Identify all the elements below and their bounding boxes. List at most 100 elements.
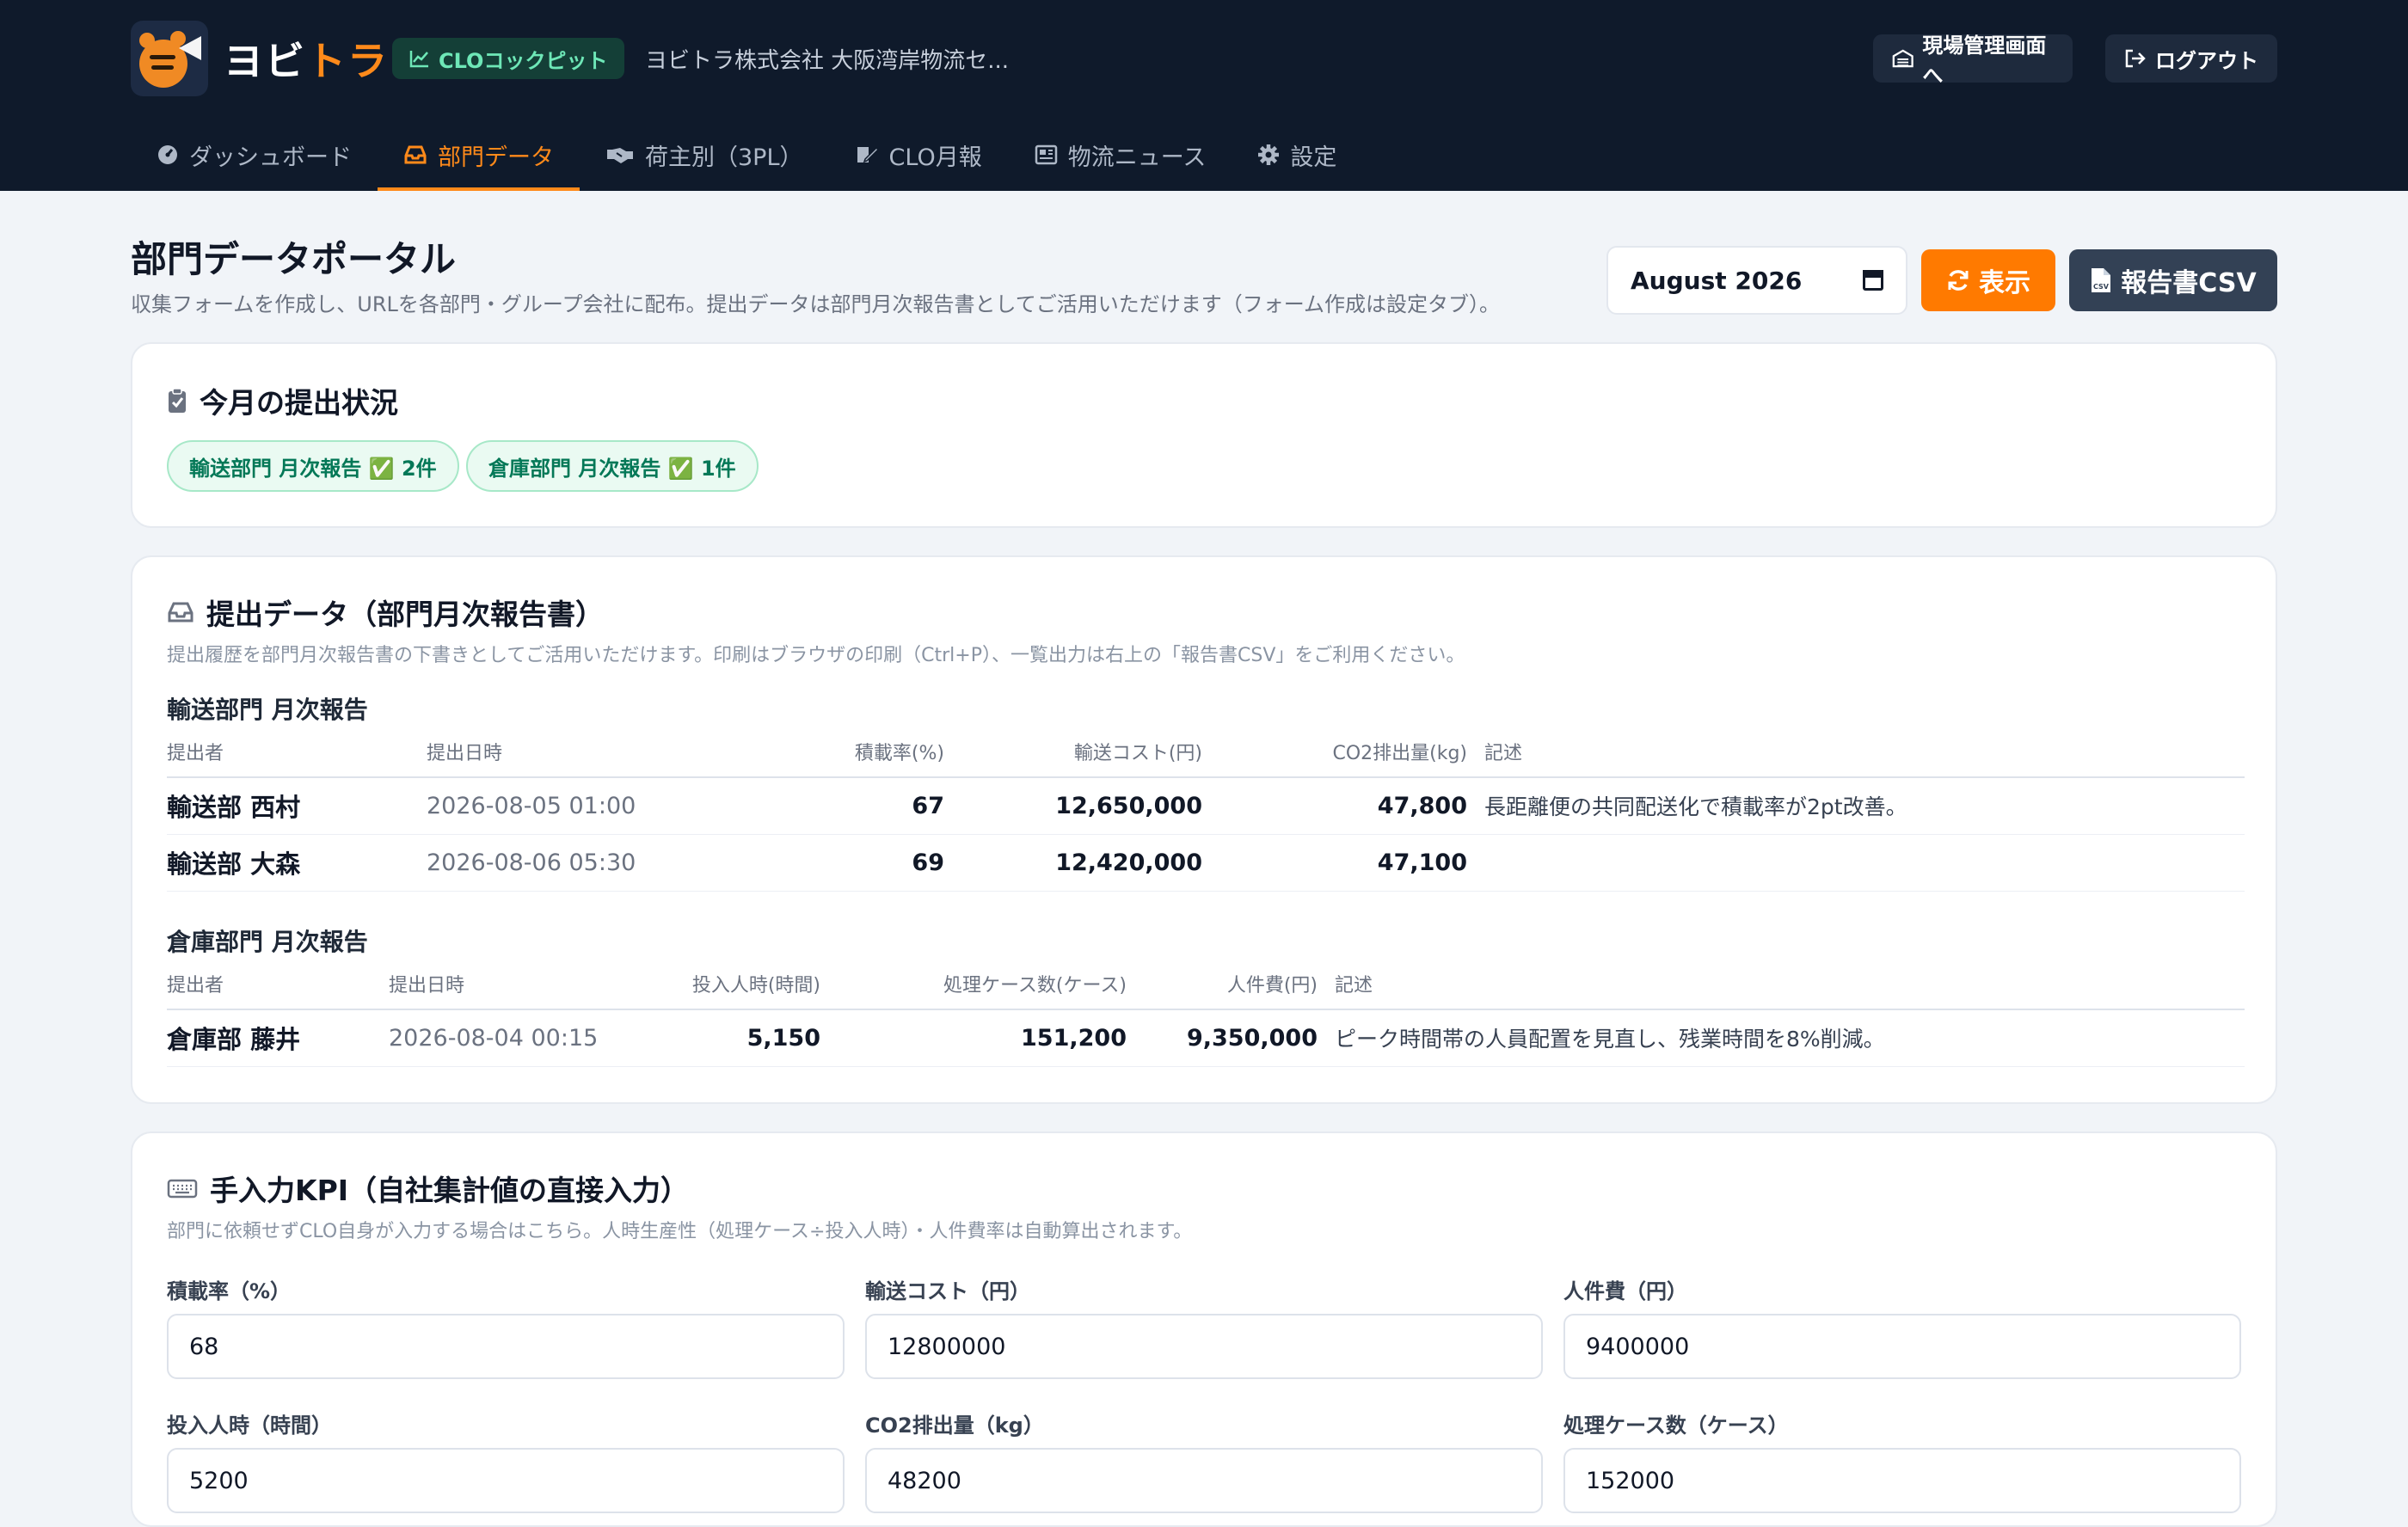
transport-section-title: 輸送部門 月次報告 [167,696,368,724]
labor-cost-label: 人件費（円） [1563,1279,1687,1303]
month-picker-value: August 2026 [1631,266,1803,295]
col-submitted-at: 提出日時 [389,958,640,1010]
report-csv-button[interactable]: CSV 報告書CSV [2069,249,2277,311]
transport-cost: 12,420,000 [944,834,1202,892]
logout-button[interactable]: ログアウト [2105,34,2277,83]
brand[interactable]: ヨビトラ [131,21,389,96]
manual-kpi-subtitle: 部門に依頼せずCLO自身が入力する場合はこちら。人時生産性（処理ケース÷投入人時… [167,1221,1193,1242]
status-pill-warehouse: 倉庫部門 月次報告 ✅ 1件 [466,440,759,492]
tab-logistics-news-label: 物流ニュース [1067,144,1207,171]
inbox-icon [404,145,427,164]
col-load-rate: 積載率(%) [685,726,944,778]
warehouse-icon [1892,49,1914,68]
cases-label: 処理ケース数（ケース） [1563,1414,1789,1438]
month-picker[interactable]: August 2026 [1606,246,1907,315]
submissions-title-text: 提出データ（部門月次報告書） [206,598,604,631]
submitted-at: 2026-08-04 00:15 [389,1009,640,1067]
table-row[interactable]: 輸送部 西村 2026-08-05 01:00 67 12,650,000 47… [167,777,2245,835]
submission-status-title: 今月の提出状況 [167,380,398,421]
brand-name: ヨビトラ [224,30,389,87]
main-nav: ダッシュボード 部門データ 荷主別（3PL） CLO月報 物流ニュース 設定 [131,119,1362,191]
transport-table: 提出者 提出日時 積載率(%) 輸送コスト(円) CO2排出量(kg) 記述 輸… [167,726,2245,892]
show-button[interactable]: 表示 [1921,249,2055,311]
manual-kpi-title: 手入力KPI（自社集計値の直接入力） [167,1168,689,1209]
col-labor-cost: 人件費(円) [1127,958,1318,1010]
load-rate: 67 [685,777,944,835]
transport-cost-label: 輸送コスト（円） [865,1279,1030,1303]
site-management-label: 現場管理画面へ [1922,34,2047,88]
tab-shipper-3pl[interactable]: 荷主別（3PL） [580,119,829,191]
co2-input[interactable] [865,1448,1543,1513]
site-management-button[interactable]: 現場管理画面へ [1873,34,2073,88]
man-hours-label: 投入人時（時間） [167,1414,332,1438]
submissions-title: 提出データ（部門月次報告書） [167,592,604,633]
labor-cost: 9,350,000 [1127,1009,1318,1067]
submission-status-card: 今月の提出状況 輸送部門 月次報告 ✅ 2件 倉庫部門 月次報告 ✅ 1件 [131,342,2277,528]
man-hours-input[interactable] [167,1448,845,1513]
tab-clo-report-label: CLO月報 [888,144,982,171]
note: 長距離便の共同配送化で積載率が2pt改善。 [1467,777,2245,835]
gear-icon [1258,144,1280,165]
co2: 47,800 [1202,777,1467,835]
brand-name-part-a: ヨビ [224,38,306,84]
edit-icon [857,146,879,163]
col-transport-cost: 輸送コスト(円) [944,726,1202,778]
man-hours: 5,150 [640,1009,820,1067]
load-rate-label: 積載率（%） [167,1279,292,1303]
load-rate-input[interactable] [167,1314,845,1379]
table-row[interactable]: 輸送部 大森 2026-08-06 05:30 69 12,420,000 47… [167,834,2245,892]
clipboard-check-icon [169,388,186,413]
tab-clo-report[interactable]: CLO月報 [829,119,1008,191]
col-cases: 処理ケース数(ケース) [820,958,1127,1010]
show-button-label: 表示 [1979,268,2030,298]
handshake-icon [607,148,633,163]
cockpit-badge: CLOコックピット [392,38,625,79]
col-note: 記述 [1318,958,2245,1010]
calendar-icon[interactable] [1863,270,1883,291]
company-name: ヨビトラ株式会社 大阪湾岸物流セ... [645,48,1010,74]
warehouse-table: 提出者 提出日時 投入人時(時間) 処理ケース数(ケース) 人件費(円) 記述 … [167,958,2245,1067]
cockpit-badge-label: CLOコックピット [439,48,608,73]
brand-name-part-b: トラ [306,38,389,84]
labor-cost-input[interactable] [1563,1314,2241,1379]
dashboard-icon [158,145,177,164]
table-row[interactable]: 倉庫部 藤井 2026-08-04 00:15 5,150 151,200 9,… [167,1009,2245,1067]
tab-dashboard[interactable]: ダッシュボード [131,119,378,191]
submitter: 輸送部 大森 [167,834,427,892]
tab-settings-label: 設定 [1290,144,1337,171]
manual-kpi-card: 手入力KPI（自社集計値の直接入力） 部門に依頼せずCLO自身が入力する場合はこ… [131,1131,2277,1527]
submission-status-title-text: 今月の提出状況 [200,386,398,420]
tab-shipper-3pl-label: 荷主別（3PL） [645,144,803,171]
report-csv-label: 報告書CSV [2121,268,2257,298]
file-csv-icon: CSV [2092,268,2111,292]
status-pill-transport: 輸送部門 月次報告 ✅ 2件 [167,440,459,492]
submissions-subtitle: 提出履歴を部門月次報告書の下書きとしてご活用いただけます。印刷はブラウザの印刷（… [167,645,1465,666]
inbox-icon [168,602,194,622]
page-description: 収集フォームを作成し、URLを各部門・グループ会社に配布。提出データは部門月次報… [131,292,1501,316]
tab-settings[interactable]: 設定 [1232,119,1362,191]
submitter: 輸送部 西村 [167,777,427,835]
tab-logistics-news[interactable]: 物流ニュース [1008,119,1232,191]
col-submitted-at: 提出日時 [427,726,685,778]
tab-dashboard-label: ダッシュボード [189,144,352,171]
tab-department-data[interactable]: 部門データ [378,119,580,191]
note: ピーク時間帯の人員配置を見直し、残業時間を8%削減。 [1318,1009,2245,1067]
top-header: ヨビトラ CLOコックピット ヨビトラ株式会社 大阪湾岸物流セ... 現場管理画… [0,0,2408,191]
note [1467,834,2245,892]
keyboard-icon [167,1179,198,1199]
logout-label: ログアウト [2155,48,2258,73]
col-note: 記述 [1467,726,2245,778]
load-rate: 69 [685,834,944,892]
cases-input[interactable] [1563,1448,2241,1513]
newspaper-icon [1035,144,1057,165]
co2: 47,100 [1202,834,1467,892]
transport-cost: 12,650,000 [944,777,1202,835]
tab-department-data-label: 部門データ [438,144,554,171]
chart-line-icon [409,51,428,68]
transport-table-header: 提出者 提出日時 積載率(%) 輸送コスト(円) CO2排出量(kg) 記述 [167,726,2245,778]
transport-cost-input[interactable] [865,1314,1543,1379]
cases: 151,200 [820,1009,1127,1067]
submitter: 倉庫部 藤井 [167,1009,389,1067]
tiger-logo-icon [131,21,208,96]
submissions-card: 提出データ（部門月次報告書） 提出履歴を部門月次報告書の下書きとしてご活用いただ… [131,555,2277,1104]
